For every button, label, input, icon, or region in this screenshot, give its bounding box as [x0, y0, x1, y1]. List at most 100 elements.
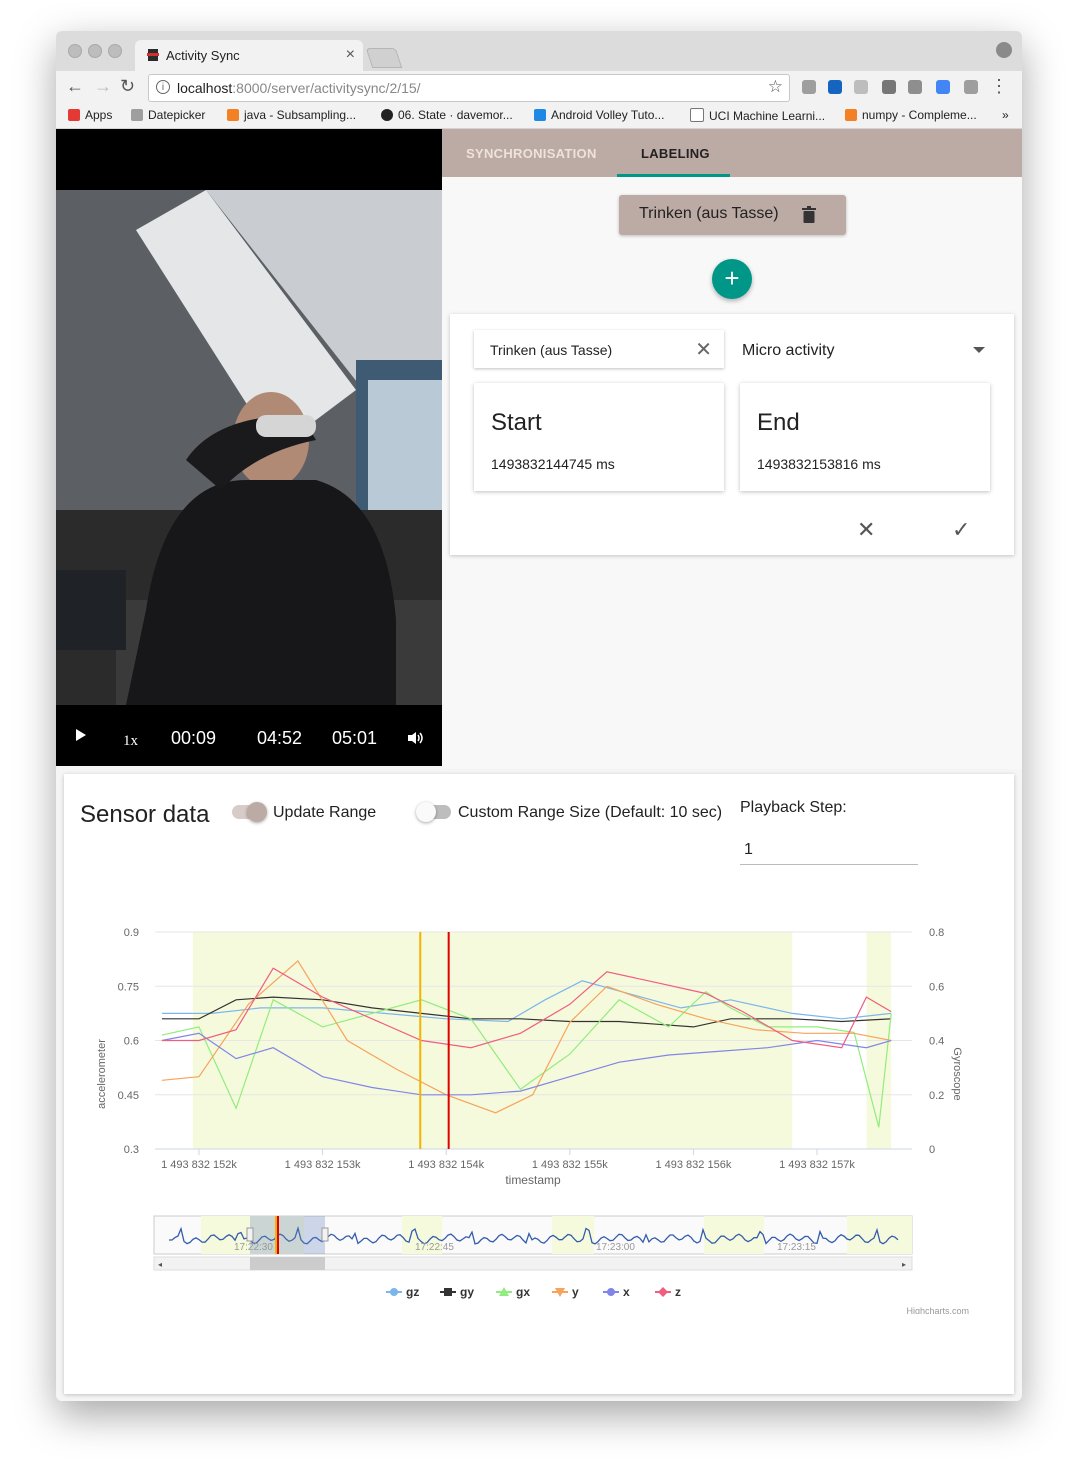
new-tab-button[interactable] [365, 48, 403, 68]
x-tick-label: 1 493 832 154k [408, 1159, 484, 1171]
video-player[interactable]: 1x 00:09 04:52 05:01 [56, 129, 442, 766]
x-tick-label: 1 493 832 152k [161, 1159, 237, 1171]
y-tick-label-right: 0.8 [929, 927, 944, 939]
browser-menu-icon[interactable]: ⋮ [990, 76, 1008, 97]
tab-bar: SYNCHRONISATION LABELING [442, 129, 1022, 177]
scroll-left-arrow-icon[interactable]: ◂ [158, 1260, 162, 1269]
add-label-button[interactable]: + [712, 259, 752, 299]
toggle-knob [247, 802, 267, 822]
end-value: 1493832153816 ms [757, 456, 881, 472]
bookmarks-overflow-icon[interactable]: » [1002, 108, 1009, 122]
update-range-label: Update Range [273, 804, 377, 821]
update-range-toggle[interactable] [232, 802, 267, 822]
extension-box-icon[interactable] [908, 80, 922, 94]
extension-drive-icon[interactable] [802, 80, 816, 94]
label-name-field[interactable]: Trinken (aus Tasse) ✕ [474, 330, 724, 368]
navigator-time-label: 17:22:30 [234, 1242, 273, 1253]
navigator[interactable]: 17:22:30 17:22:45 17:23:00 17:23:15 ◂ ▸ [153, 1215, 913, 1271]
bookmark-apps[interactable]: Apps [68, 108, 112, 122]
cancel-button[interactable]: ✕ [857, 517, 875, 543]
y-tick-label-right: 0 [929, 1144, 935, 1156]
close-tab-icon[interactable]: × [346, 46, 355, 64]
position-time: 04:52 [257, 728, 303, 748]
navigator-scrollbar-thumb[interactable] [250, 1257, 325, 1270]
bookmark-github-state[interactable]: 06. State · davemor... [381, 108, 513, 122]
x-tick-label: 1 493 832 157k [779, 1159, 855, 1171]
navigator-time-label: 17:22:45 [415, 1242, 454, 1253]
start-value: 1493832144745 ms [491, 456, 615, 472]
start-title: Start [491, 409, 542, 436]
address-bar[interactable]: i localhost:8000/server/activitysync/2/1… [148, 74, 790, 102]
x-tick-label: 1 493 832 156k [655, 1159, 731, 1171]
highcharts-credits[interactable]: Highcharts.com [906, 1306, 969, 1314]
label-editor-card: Trinken (aus Tasse) ✕ Micro activity Sta… [450, 314, 1014, 555]
browser-tab-activity-sync[interactable]: Activity Sync × [135, 40, 363, 71]
scroll-right-arrow-icon[interactable]: ▸ [902, 1260, 906, 1269]
y-tick-label-left: 0.3 [124, 1144, 139, 1156]
legend-item-x[interactable]: x [623, 1285, 630, 1299]
chart-legend: gz gy gx y x z [386, 1285, 681, 1299]
browser-window: Activity Sync × ← → ↻ i localhost:8000/s… [56, 31, 1022, 1401]
minimize-window-button[interactable] [88, 44, 102, 58]
back-icon[interactable]: ← [66, 76, 84, 97]
extension-eyedropper-icon[interactable] [964, 80, 978, 94]
play-button[interactable] [76, 729, 86, 741]
navigator-time-label: 17:23:15 [777, 1242, 816, 1253]
volume-icon[interactable] [407, 731, 425, 745]
bookmark-numpy[interactable]: numpy - Compleme... [845, 108, 977, 122]
video-controls: 1x 00:09 04:52 05:01 [56, 705, 442, 766]
y-tick-label-left: 0.6 [124, 1036, 139, 1048]
extension-angular-icon[interactable] [882, 80, 896, 94]
category-value: Micro activity [742, 342, 835, 359]
reload-icon[interactable]: ↻ [120, 76, 135, 97]
bookmark-datepicker[interactable]: Datepicker [131, 108, 205, 122]
extension-plugin-icon[interactable] [854, 80, 868, 94]
legend-marker-gy [444, 1288, 452, 1296]
site-info-icon[interactable]: i [156, 80, 170, 94]
bookmark-star-icon[interactable]: ☆ [768, 77, 783, 97]
playback-rate-button[interactable]: 1x [123, 733, 138, 750]
right-axis-title: Gyroscope [951, 1047, 963, 1100]
forward-icon[interactable]: → [94, 76, 112, 97]
labeling-pane: SYNCHRONISATION LABELING Trinken (aus Ta… [442, 129, 1022, 769]
apps-grid-icon [68, 109, 80, 121]
legend-item-gy[interactable]: gy [460, 1285, 474, 1299]
clear-icon[interactable]: ✕ [695, 337, 712, 362]
playback-step-input[interactable] [740, 836, 918, 865]
end-title: End [757, 409, 800, 436]
profile-icon[interactable] [996, 42, 1012, 58]
legend-item-z[interactable]: z [675, 1285, 681, 1299]
android-tutorial-icon [534, 109, 546, 121]
close-window-button[interactable] [68, 44, 82, 58]
start-card[interactable]: Start 1493832144745 ms [474, 383, 724, 491]
bookmark-java-subsampling[interactable]: java - Subsampling... [227, 108, 356, 122]
custom-range-toggle[interactable] [416, 802, 451, 822]
active-tab-indicator [617, 174, 730, 177]
end-card[interactable]: End 1493832153816 ms [740, 383, 990, 491]
zoom-window-button[interactable] [108, 44, 122, 58]
x-tick-label: 1 493 832 153k [285, 1159, 361, 1171]
confirm-button[interactable]: ✓ [952, 517, 970, 543]
category-select[interactable]: Micro activity [740, 330, 995, 368]
legend-item-gz[interactable]: gz [406, 1285, 419, 1299]
left-axis-title: accelerometer [96, 1039, 108, 1109]
legend-item-y[interactable]: y [572, 1285, 579, 1299]
navigator-handle-left[interactable] [246, 1227, 254, 1242]
navigator-handle-right[interactable] [321, 1227, 329, 1242]
navigator-band [552, 1216, 594, 1254]
label-chip[interactable]: Trinken (aus Tasse) [619, 195, 846, 235]
sensor-chart[interactable]: 0.9 0.75 0.6 0.45 0.3 0.8 0.6 0.4 0.2 0 1 493 832 … [64, 914, 1014, 1314]
tab-labeling[interactable]: LABELING [641, 146, 710, 161]
extension-translate-icon[interactable] [936, 80, 950, 94]
bookmark-uci-ml[interactable]: UCI Machine Learni... [690, 108, 825, 123]
current-time: 00:09 [171, 728, 217, 748]
tab-synchronisation[interactable]: SYNCHRONISATION [466, 146, 597, 161]
duration-time: 05:01 [332, 728, 378, 748]
y-tick-label-left: 0.9 [124, 927, 139, 939]
bookmark-android-volley[interactable]: Android Volley Tuto... [534, 108, 664, 122]
legend-marker-gz [390, 1288, 398, 1296]
trash-icon[interactable] [802, 206, 816, 223]
legend-item-gx[interactable]: gx [516, 1285, 530, 1299]
extension-vimium-icon[interactable] [828, 80, 842, 94]
stackoverflow-icon [227, 109, 239, 121]
